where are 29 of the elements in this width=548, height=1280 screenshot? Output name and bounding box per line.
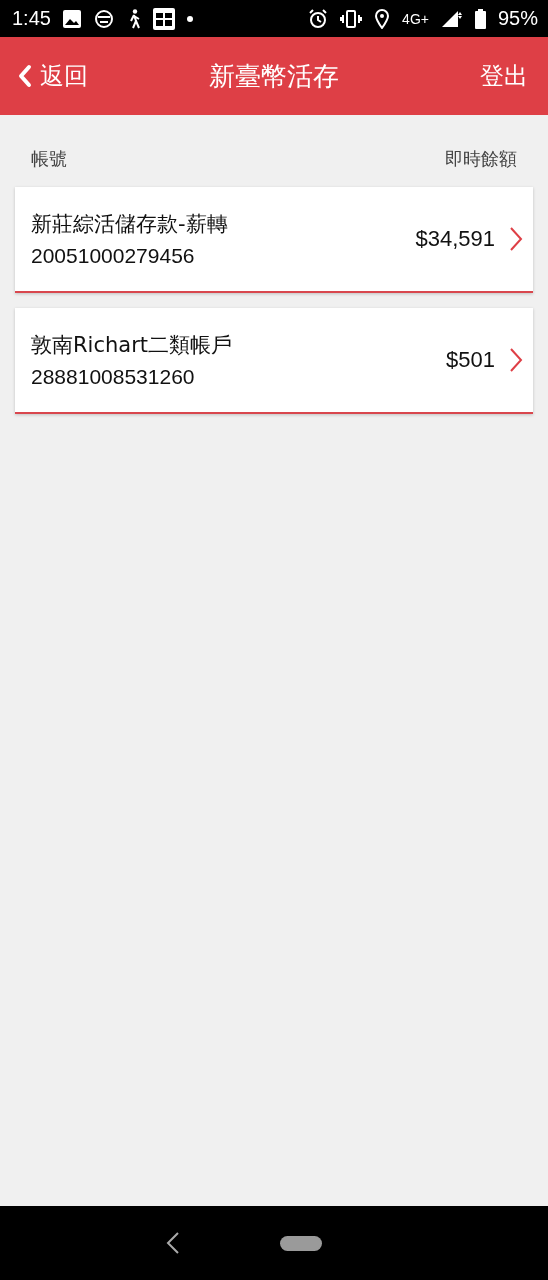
battery-icon — [474, 8, 486, 29]
account-card[interactable]: 敦南Richart二類帳戶 28881008531260 $501 — [15, 308, 533, 414]
back-button[interactable]: 返回 — [18, 60, 88, 92]
logout-button[interactable]: 登出 — [480, 60, 528, 92]
image-icon — [62, 9, 81, 28]
account-name: 敦南Richart二類帳戶 — [31, 332, 234, 359]
alarm-icon — [308, 8, 329, 29]
signal-icon — [440, 9, 463, 28]
home-handle[interactable] — [280, 1235, 322, 1251]
account-card[interactable]: 新莊綜活儲存款-薪轉 20051000279456 $34,591 — [15, 187, 533, 293]
page-title: 新臺幣活存 — [209, 60, 339, 91]
account-balance: $501 — [446, 347, 495, 373]
dot-icon — [186, 15, 193, 22]
chevron-left-icon — [18, 64, 32, 88]
network-type: 4G+ — [402, 10, 429, 27]
location-icon — [374, 8, 391, 29]
chevron-right-icon — [509, 226, 523, 252]
column-heading: 即時餘額 — [445, 147, 517, 171]
account-number: 20051000279456 — [31, 244, 196, 268]
vibrate-icon — [340, 9, 363, 28]
grid-icon — [152, 7, 175, 30]
chevron-right-icon — [509, 347, 523, 373]
column-heading: 帳號 — [31, 147, 67, 171]
account-number: 28881008531260 — [31, 365, 196, 389]
account-balance: $34,591 — [415, 226, 495, 252]
back-icon[interactable] — [166, 1232, 180, 1254]
clock-time: 1:45 — [12, 7, 51, 30]
battery-percent: 95% — [497, 7, 538, 30]
account-name: 新莊綜活儲存款-薪轉 — [31, 211, 229, 238]
